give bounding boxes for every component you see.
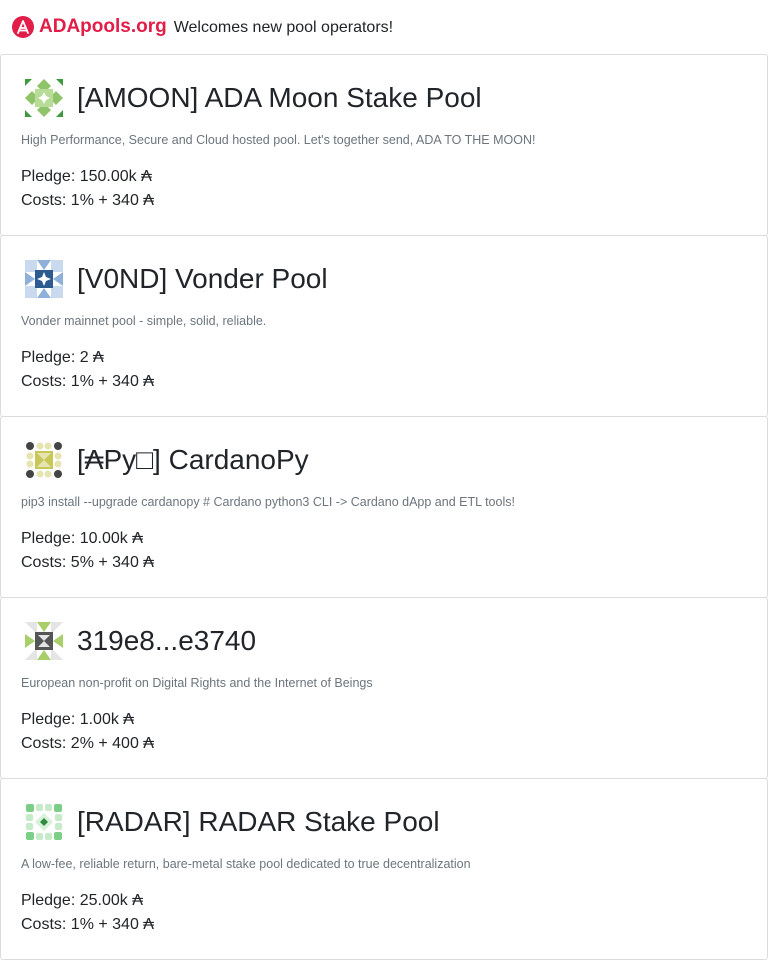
pool-name-link[interactable]: 319e8...e3740 — [77, 625, 256, 657]
pool-costs: Costs: 1% + 340 ₳ — [21, 373, 154, 390]
pool-name-link[interactable]: [₳Py□] CardanoPy — [77, 444, 309, 476]
pool-description: European non-profit on Digital Rights an… — [21, 676, 373, 690]
pool-costs: Costs: 2% + 400 ₳ — [21, 735, 154, 752]
pool-identicon-icon — [25, 260, 63, 298]
pool-card[interactable]: [₳Py□] CardanoPy pip3 install --upgrade … — [0, 416, 768, 598]
pool-name-link[interactable]: [V0ND] Vonder Pool — [77, 263, 328, 295]
brand-link[interactable]: ADApools.org — [39, 16, 167, 38]
pool-description: Vonder mainnet pool - simple, solid, rel… — [21, 314, 267, 328]
pool-identicon-icon — [25, 622, 63, 660]
pool-description: pip3 install --upgrade cardanopy # Carda… — [21, 495, 515, 509]
pool-card[interactable]: [V0ND] Vonder Pool Vonder mainnet pool -… — [0, 235, 768, 417]
pool-costs: Costs: 1% + 340 ₳ — [21, 916, 154, 933]
pool-name-link[interactable]: [RADAR] RADAR Stake Pool — [77, 806, 440, 838]
pool-identicon-icon — [26, 442, 62, 478]
pool-costs: Costs: 1% + 340 ₳ — [21, 192, 154, 209]
pool-identicon-icon — [25, 79, 63, 117]
pool-costs: Costs: 5% + 340 ₳ — [21, 554, 154, 571]
header-tagline: Welcomes new pool operators! — [173, 19, 394, 36]
adapools-logo-icon[interactable] — [11, 15, 35, 39]
pool-pledge: Pledge: 10.00k ₳ — [21, 530, 143, 547]
pool-pledge: Pledge: 25.00k ₳ — [21, 892, 143, 909]
pool-identicon-icon — [26, 804, 62, 840]
top-banner: ADApools.org Welcomes new pool operators… — [0, 0, 768, 54]
pool-description: A low-fee, reliable return, bare-metal s… — [21, 857, 471, 871]
pool-description: High Performance, Secure and Cloud hoste… — [21, 133, 536, 147]
pool-card[interactable]: [RADAR] RADAR Stake Pool A low-fee, reli… — [0, 778, 768, 960]
pool-name-link[interactable]: [AMOON] ADA Moon Stake Pool — [77, 82, 482, 114]
pool-pledge: Pledge: 1.00k ₳ — [21, 711, 134, 728]
pool-card[interactable]: [AMOON] ADA Moon Stake Pool High Perform… — [0, 54, 768, 236]
pool-card[interactable]: 319e8...e3740 European non-profit on Dig… — [0, 597, 768, 779]
pool-pledge: Pledge: 2 ₳ — [21, 349, 104, 366]
pool-pledge: Pledge: 150.00k ₳ — [21, 168, 152, 185]
